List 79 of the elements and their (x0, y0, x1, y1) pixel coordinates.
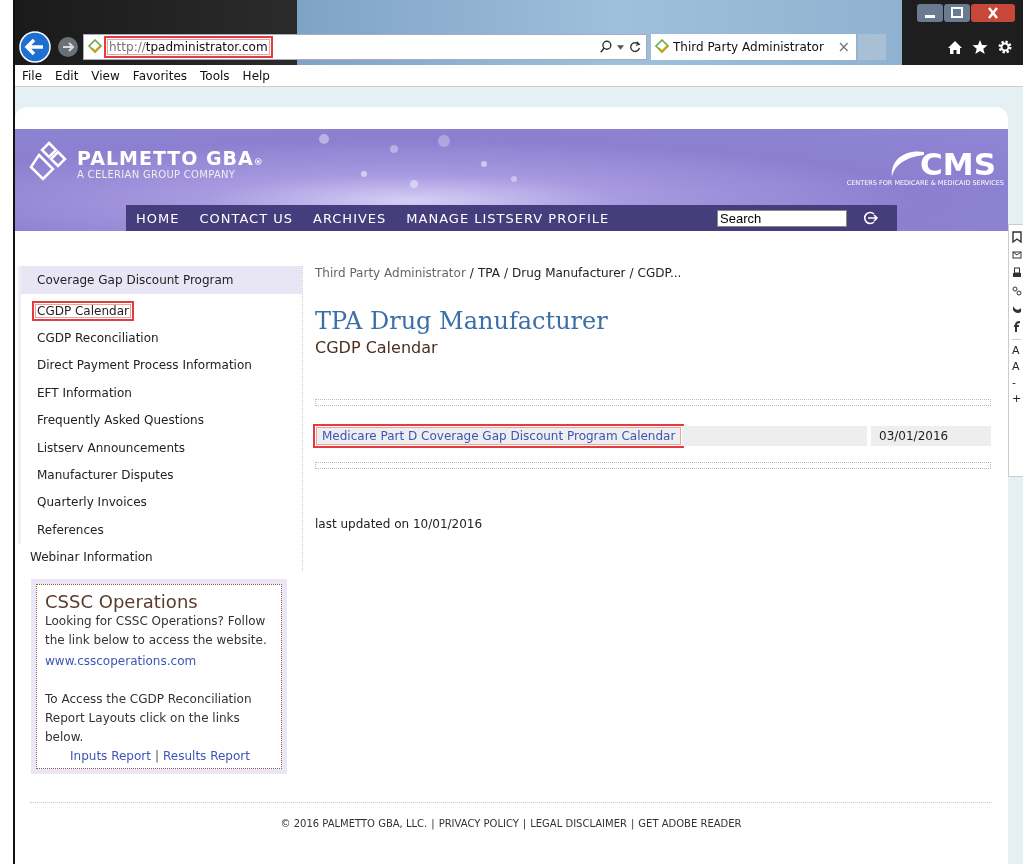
website-link[interactable]: www.csscoperations.com (45, 653, 197, 668)
sidebar-item[interactable]: Direct Payment Process Information (34, 357, 255, 374)
site-icon (654, 39, 670, 55)
sidebar-item[interactable]: Quarterly Invoices (34, 494, 150, 511)
nav-link[interactable]: CONTACT US (199, 210, 293, 226)
page-subtitle: CGDP Calendar (315, 338, 439, 357)
mail-icon[interactable] (1011, 249, 1022, 261)
sidebar-item[interactable]: References (34, 521, 107, 538)
menu-item[interactable]: File (15, 68, 49, 83)
site-icon (87, 39, 103, 55)
settings-icon[interactable] (997, 39, 1013, 55)
address-bar[interactable]: http://tpadministrator.com (83, 34, 647, 60)
date-cell: 03/01/2016 (871, 426, 991, 446)
separator: / (469, 266, 474, 280)
forward-icon[interactable] (57, 36, 79, 58)
sidebar-item[interactable]: CGDP Calendar (34, 302, 132, 319)
back-icon[interactable] (19, 31, 51, 63)
search-field[interactable]: Search (717, 209, 847, 227)
menu-item[interactable]: View (84, 68, 126, 83)
report-link[interactable]: Results Report (163, 748, 250, 763)
separator: / (629, 266, 634, 280)
sidebar-item[interactable]: Frequently Asked Questions (34, 412, 207, 429)
separator: | (522, 817, 527, 829)
footer-link[interactable]: GET ADOBE READER (638, 817, 742, 829)
box-text: To Access the CGDP Reconciliation Report Layouts click on the links below. (45, 690, 253, 746)
breadcrumb-item: CGDP... (637, 266, 682, 280)
maximize-icon[interactable] (944, 4, 970, 22)
document-link[interactable]: Medicare Part D Coverage Gap Discount Program Calendar (315, 426, 683, 446)
star-icon[interactable] (972, 39, 988, 55)
close-icon[interactable] (971, 4, 1015, 22)
home-icon[interactable] (947, 39, 963, 55)
page-title: TPA Drug Manufacturer (315, 306, 609, 336)
bookmark-icon[interactable] (1011, 231, 1022, 243)
sidebar-item[interactable]: Webinar Information (30, 550, 153, 565)
nav-link[interactable]: MANAGE LISTSERV PROFILE (406, 210, 610, 226)
menu-item[interactable]: Favorites (125, 68, 194, 83)
sidebar-item[interactable]: CGDP Reconciliation (34, 330, 162, 347)
tab-title[interactable]: Third Party Administrator (673, 40, 838, 54)
browser-tab[interactable]: Third Party Administrator × (651, 34, 856, 60)
nav-link[interactable]: ARCHIVES (313, 210, 387, 226)
separator: | (630, 817, 635, 829)
copyright-text: © 2016 PALMETTO GBA, LLC. (280, 817, 428, 829)
box-title: CSSC Operations (45, 590, 199, 612)
text-size-button[interactable]: A (1011, 344, 1022, 358)
menu-item[interactable]: Edit (48, 68, 85, 83)
brand-tagline: A CELERIAN GROUP COMPANY (77, 168, 237, 180)
breadcrumb-item: Drug Manufacturer (511, 266, 626, 280)
url-text[interactable]: http://tpadministrator.com (106, 38, 271, 56)
sidebar-item[interactable]: EFT Information (34, 384, 135, 401)
share-icon[interactable] (1011, 285, 1022, 297)
text-size-button[interactable]: A (1011, 360, 1022, 374)
nav-link[interactable]: HOME (136, 210, 180, 226)
breadcrumb-item: TPA (477, 266, 500, 280)
minimize-icon[interactable] (917, 4, 943, 22)
separator: / (503, 266, 508, 280)
text-size-button[interactable]: + (1011, 392, 1022, 406)
print-icon[interactable] (1011, 267, 1022, 279)
last-updated-text: last updated on 10/01/2016 (315, 517, 484, 531)
menu-item[interactable]: Tools (193, 68, 236, 83)
breadcrumb-link[interactable]: Third Party Administrator (315, 266, 466, 280)
footer-link[interactable]: LEGAL DISCLAIMER (530, 817, 627, 829)
brand-name: PALMETTO GBA (77, 146, 254, 169)
text-size-button[interactable]: - (1011, 376, 1022, 390)
footer-link[interactable]: PRIVACY POLICY (438, 817, 519, 829)
sidebar-item[interactable]: Manufacturer Disputes (34, 467, 177, 484)
separator: | (154, 748, 159, 763)
tab-close-button[interactable]: × (837, 38, 850, 56)
search-icon[interactable] (599, 40, 613, 54)
go-icon[interactable] (863, 210, 879, 226)
menu-item[interactable]: Help (235, 68, 276, 83)
refresh-icon[interactable] (628, 40, 642, 54)
report-link[interactable]: Inputs Report (70, 748, 151, 763)
dropdown-icon[interactable] (617, 44, 624, 50)
registered-mark: ® (253, 156, 264, 167)
sidebar-item[interactable]: Listserv Announcements (34, 439, 189, 456)
f-icon[interactable] (1011, 321, 1022, 333)
agency-logo-text: CMS (920, 149, 996, 179)
separator: | (431, 817, 435, 829)
box-text: Looking for CSSC Operations? Follow the link below to access the website. (45, 612, 268, 649)
